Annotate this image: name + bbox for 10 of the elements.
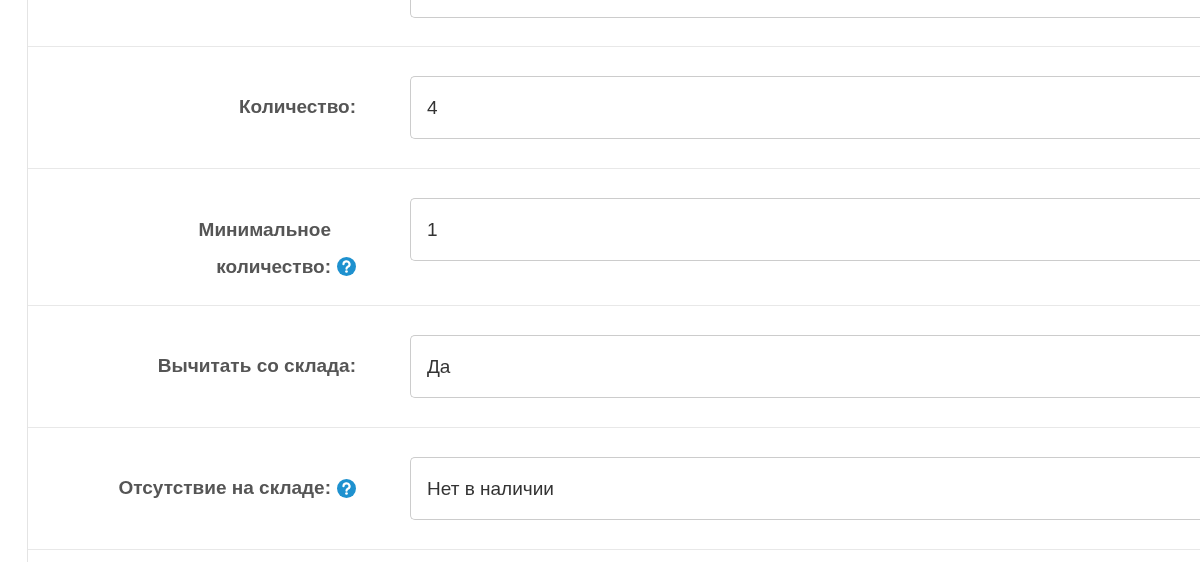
input-field[interactable]: 4 xyxy=(410,76,1200,139)
input-field[interactable]: Да xyxy=(410,335,1200,398)
field-label: Количество: xyxy=(238,95,356,120)
input-field[interactable]: 1 xyxy=(410,198,1200,261)
input-field[interactable]: Нет в наличии xyxy=(410,457,1200,520)
help-icon[interactable] xyxy=(337,479,356,498)
field-label: Вычитать со склада: xyxy=(157,354,356,379)
field-label: Минимальное количество: xyxy=(197,218,331,279)
field-label: Отсутствие на складе: xyxy=(118,476,331,501)
help-icon[interactable] xyxy=(337,257,356,276)
